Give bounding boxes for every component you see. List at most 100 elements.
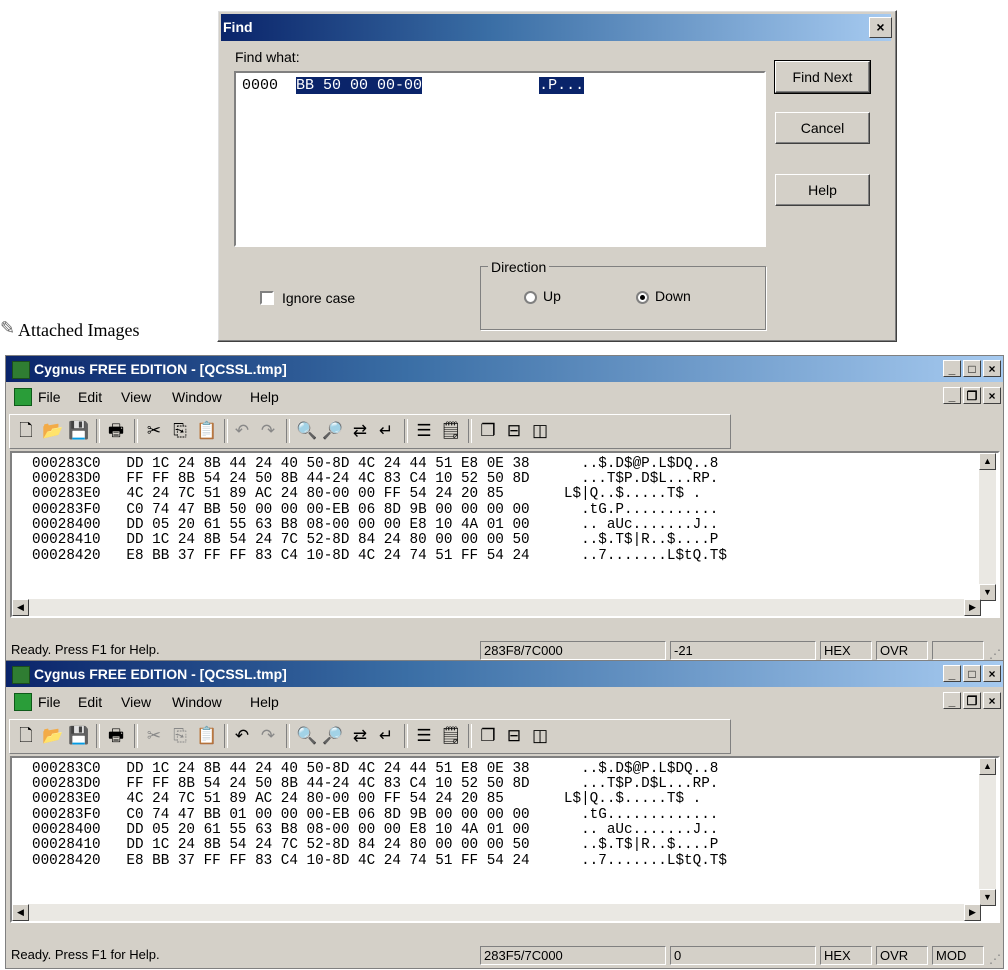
print-icon[interactable]: 🖶 <box>106 421 126 441</box>
scroll-right-icon[interactable]: ▶ <box>964 904 981 921</box>
vertical-scrollbar[interactable]: ▲ ▼ <box>979 758 996 906</box>
find-next-icon[interactable]: 🔎 <box>322 421 343 441</box>
scroll-up-icon[interactable]: ▲ <box>979 758 996 775</box>
menu-edit[interactable]: Edit <box>78 694 102 710</box>
resize-grip-icon[interactable]: ⋰ <box>989 647 1001 661</box>
tile-vertical-icon[interactable]: ◫ <box>530 726 550 746</box>
close-icon[interactable]: × <box>983 665 1001 682</box>
horizontal-scrollbar[interactable]: ◀ ▶ <box>12 904 981 921</box>
window-titlebar[interactable]: Cygnus FREE EDITION - [QCSSL.tmp] _ □ × <box>6 661 1003 687</box>
hex-view[interactable]: 000283C0 DD 1C 24 8B 44 24 40 50-8D 4C 2… <box>10 756 1000 923</box>
undo-icon[interactable]: ↶ <box>232 421 252 441</box>
hex-row[interactable]: 00028420 E8 BB 37 FF FF 83 C4 10-8D 4C 2… <box>32 548 727 564</box>
properties-icon[interactable]: 🗒 <box>440 421 462 441</box>
hex-row[interactable]: 000283C0 DD 1C 24 8B 44 24 40 50-8D 4C 2… <box>32 761 718 777</box>
hex-row[interactable]: 00028410 DD 1C 24 8B 54 24 7C 52-8D 84 2… <box>32 532 718 548</box>
scroll-left-icon[interactable]: ◀ <box>12 599 29 616</box>
document-icon[interactable] <box>14 388 32 406</box>
goto-icon[interactable]: ↵ <box>376 726 396 746</box>
scroll-up-icon[interactable]: ▲ <box>979 453 996 470</box>
scroll-right-icon[interactable]: ▶ <box>964 599 981 616</box>
menu-file[interactable]: File <box>38 694 61 710</box>
hex-row[interactable]: 000283F0 C0 74 47 BB 01 00 00 00-EB 06 8… <box>32 807 718 823</box>
hex-row[interactable]: 000283F0 C0 74 47 BB 50 00 00 00-EB 06 8… <box>32 502 718 518</box>
save-icon[interactable]: 💾 <box>68 726 89 746</box>
hex-row[interactable]: 00028410 DD 1C 24 8B 54 24 7C 52-8D 84 2… <box>32 837 718 853</box>
menu-help[interactable]: Help <box>250 694 279 710</box>
open-folder-icon[interactable]: 📂 <box>42 421 63 441</box>
replace-icon[interactable]: ⇄ <box>350 726 370 746</box>
close-icon[interactable]: × <box>983 360 1001 377</box>
vertical-scrollbar[interactable]: ▲ ▼ <box>979 453 996 601</box>
direction-up-radio[interactable] <box>524 291 537 304</box>
menu-help[interactable]: Help <box>250 389 279 405</box>
menu-view[interactable]: View <box>121 694 151 710</box>
scroll-down-icon[interactable]: ▼ <box>979 889 996 906</box>
tile-horizontal-icon[interactable]: ⊟ <box>504 421 524 441</box>
copy-icon[interactable]: ⎘ <box>170 421 190 441</box>
direction-down-radio[interactable] <box>636 291 649 304</box>
tile-horizontal-icon[interactable]: ⊟ <box>504 726 524 746</box>
goto-icon[interactable]: ↵ <box>376 421 396 441</box>
replace-icon[interactable]: ⇄ <box>350 421 370 441</box>
cascade-icon[interactable]: ❐ <box>478 421 498 441</box>
doc-restore-icon[interactable]: ❐ <box>963 387 981 404</box>
minimize-icon[interactable]: _ <box>943 665 961 682</box>
doc-restore-icon[interactable]: ❐ <box>963 692 981 709</box>
maximize-icon[interactable]: □ <box>963 360 981 377</box>
menu-edit[interactable]: Edit <box>78 389 102 405</box>
scroll-down-icon[interactable]: ▼ <box>979 584 996 601</box>
maximize-icon[interactable]: □ <box>963 665 981 682</box>
find-dialog-titlebar[interactable]: Find <box>221 14 891 41</box>
properties-icon[interactable]: 🗒 <box>440 726 462 746</box>
new-file-icon[interactable]: 🗋 <box>16 726 36 746</box>
hex-row[interactable]: 000283D0 FF FF 8B 54 24 50 8B 44-24 4C 8… <box>32 471 718 487</box>
menu-window[interactable]: Window <box>172 694 222 710</box>
close-icon[interactable]: × <box>869 17 892 38</box>
hex-row[interactable]: 00028400 DD 05 20 61 55 63 B8 08-00 00 0… <box>32 822 718 838</box>
minimize-icon[interactable]: _ <box>943 360 961 377</box>
menu-window[interactable]: Window <box>172 389 222 405</box>
hex-row[interactable]: 000283E0 4C 24 7C 51 89 AC 24 80-00 00 F… <box>32 486 701 502</box>
hex-row[interactable]: 000283C0 DD 1C 24 8B 44 24 40 50-8D 4C 2… <box>32 456 718 472</box>
ignore-case-checkbox[interactable] <box>260 291 274 305</box>
save-icon[interactable]: 💾 <box>68 421 89 441</box>
find-what-field[interactable]: 0000 BB 50 00 00-00 .P... <box>234 71 766 247</box>
find-icon[interactable]: 🔍 <box>296 421 317 441</box>
doc-close-icon[interactable]: × <box>983 387 1001 404</box>
doc-close-icon[interactable]: × <box>983 692 1001 709</box>
hex-row[interactable]: 00028400 DD 05 20 61 55 63 B8 08-00 00 0… <box>32 517 718 533</box>
horizontal-scrollbar[interactable]: ◀ ▶ <box>12 599 981 616</box>
undo-icon[interactable]: ↶ <box>232 726 252 746</box>
scroll-left-icon[interactable]: ◀ <box>12 904 29 921</box>
document-icon[interactable] <box>14 693 32 711</box>
find-next-button[interactable]: Find Next <box>774 60 871 94</box>
tile-vertical-icon[interactable]: ◫ <box>530 421 550 441</box>
window-titlebar[interactable]: Cygnus FREE EDITION - [QCSSL.tmp] _ □ × <box>6 356 1003 382</box>
paste-icon[interactable]: 📋 <box>196 726 217 746</box>
cut-icon[interactable]: ✂ <box>144 726 164 746</box>
hex-row[interactable]: 000283D0 FF FF 8B 54 24 50 8B 44-24 4C 8… <box>32 776 718 792</box>
menu-file[interactable]: File <box>38 389 61 405</box>
doc-minimize-icon[interactable]: _ <box>943 692 961 709</box>
resize-grip-icon[interactable]: ⋰ <box>989 952 1001 966</box>
hex-view[interactable]: 000283C0 DD 1C 24 8B 44 24 40 50-8D 4C 2… <box>10 451 1000 618</box>
print-icon[interactable]: 🖶 <box>106 726 126 746</box>
paste-icon[interactable]: 📋 <box>196 421 217 441</box>
cascade-icon[interactable]: ❐ <box>478 726 498 746</box>
doc-minimize-icon[interactable]: _ <box>943 387 961 404</box>
cancel-button[interactable]: Cancel <box>775 112 870 144</box>
hex-row[interactable]: 000283E0 4C 24 7C 51 89 AC 24 80-00 00 F… <box>32 791 701 807</box>
redo-icon[interactable]: ↷ <box>258 726 278 746</box>
list-icon[interactable]: ☰ <box>414 726 434 746</box>
help-button[interactable]: Help <box>775 174 870 206</box>
open-folder-icon[interactable]: 📂 <box>42 726 63 746</box>
cut-icon[interactable]: ✂ <box>144 421 164 441</box>
list-icon[interactable]: ☰ <box>414 421 434 441</box>
redo-icon[interactable]: ↷ <box>258 421 278 441</box>
find-icon[interactable]: 🔍 <box>296 726 317 746</box>
menu-view[interactable]: View <box>121 389 151 405</box>
new-file-icon[interactable]: 🗋 <box>16 421 36 441</box>
find-next-icon[interactable]: 🔎 <box>322 726 343 746</box>
copy-icon[interactable]: ⎘ <box>170 726 190 746</box>
